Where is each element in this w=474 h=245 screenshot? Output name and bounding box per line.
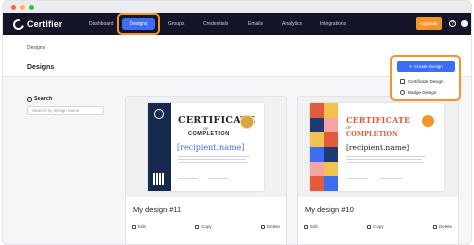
- pattern-tile: [310, 117, 324, 133]
- qr-code-icon: [153, 173, 165, 185]
- design-card[interactable]: CERTIFICATE OF COMPLETION [recipient.nam…: [297, 96, 459, 244]
- signature-line: [208, 178, 228, 179]
- upgrade-button[interactable]: Upgrade: [416, 17, 442, 30]
- pattern-tile: [324, 161, 338, 177]
- edit-label: Edit: [138, 224, 146, 229]
- breadcrumb[interactable]: Designs: [27, 45, 45, 51]
- maximize-dot-icon[interactable]: [29, 4, 34, 10]
- search-icon: [27, 96, 32, 102]
- create-design-label: Create Design: [413, 64, 443, 69]
- delete-label: Delete: [438, 224, 452, 229]
- copy-icon: [367, 224, 372, 229]
- certificate-subtitle: COMPLETION: [346, 130, 398, 138]
- minimize-dot-icon[interactable]: [20, 4, 25, 10]
- text-line: [346, 162, 424, 163]
- copy-icon: [195, 224, 200, 229]
- avatar[interactable]: [461, 20, 468, 27]
- text-line: [346, 156, 426, 157]
- nav-item-groups[interactable]: Groups: [168, 13, 184, 35]
- pattern-tile: [324, 103, 338, 118]
- certifier-logo-icon: [10, 16, 27, 32]
- design-name: My design #11: [133, 205, 182, 214]
- pattern-tile: [324, 117, 338, 133]
- page-title: Designs: [27, 64, 55, 71]
- top-navigation: Certifier Dashboard Designs Groups Crede…: [3, 13, 471, 35]
- text-line: [178, 162, 248, 163]
- trash-icon: [432, 224, 437, 229]
- nav-item-credentials[interactable]: Credentials: [203, 13, 228, 35]
- delete-label: Delete: [266, 224, 280, 229]
- edit-label: Edit: [310, 224, 318, 229]
- menu-item-certificate-design[interactable]: Certificate Design: [400, 79, 444, 84]
- search-title-label: Search: [34, 96, 53, 102]
- pattern-tile: [310, 176, 324, 191]
- certificate-sidebar: [148, 103, 171, 191]
- text-line: [178, 159, 246, 160]
- award-seal-icon: [422, 115, 434, 127]
- pattern-tile: [310, 161, 324, 177]
- menu-item-label: Badge Design: [408, 90, 437, 95]
- copy-label: Copy: [201, 224, 212, 229]
- signature-line: [380, 178, 402, 179]
- pattern-tile: [310, 103, 324, 118]
- create-design-dropdown: + Create Design Certificate Design Badge …: [390, 55, 461, 101]
- pencil-icon: [304, 224, 308, 229]
- create-design-button[interactable]: + Create Design: [397, 61, 455, 72]
- delete-button[interactable]: Delete: [432, 224, 452, 229]
- copy-button[interactable]: Copy: [195, 224, 212, 229]
- text-line: [178, 156, 250, 157]
- nav-item-integrations[interactable]: Integrations: [320, 13, 346, 35]
- menu-item-label: Certificate Design: [408, 79, 444, 84]
- copy-button[interactable]: Copy: [367, 224, 384, 229]
- certificate-preview: CERTIFICATE OF COMPLETION [recipient.nam…: [148, 103, 264, 191]
- edit-button[interactable]: Edit: [132, 224, 146, 229]
- nav-item-emails[interactable]: Emails: [248, 13, 263, 35]
- pattern-tile: [324, 132, 338, 147]
- design-preview[interactable]: CERTIFICATE OF COMPLETION [recipient.nam…: [126, 97, 286, 197]
- nav-item-designs[interactable]: Designs: [117, 13, 160, 35]
- edit-button[interactable]: Edit: [304, 224, 318, 229]
- design-name: My design #10: [305, 205, 354, 214]
- pencil-icon: [132, 224, 136, 229]
- badge-icon: [400, 90, 405, 95]
- help-icon[interactable]: ?: [449, 20, 456, 27]
- nav-item-analytics[interactable]: Analytics: [282, 13, 302, 35]
- brand-logo[interactable]: Certifier: [10, 16, 79, 32]
- nav-item-designs-label: Designs: [122, 18, 155, 30]
- close-dot-icon[interactable]: [11, 4, 16, 10]
- brand-name: Certifier: [27, 19, 63, 29]
- copy-label: Copy: [373, 224, 384, 229]
- browser-window: Certifier Dashboard Designs Groups Crede…: [2, 0, 472, 245]
- plus-icon: +: [409, 64, 412, 69]
- card-actions: Edit Copy Delete: [298, 224, 458, 229]
- certificate-preview: CERTIFICATE OF COMPLETION [recipient.nam…: [310, 103, 444, 191]
- signature-line: [178, 178, 198, 179]
- text-line: [346, 159, 422, 160]
- company-logo-icon: [154, 109, 164, 119]
- card-actions: Edit Copy Delete: [126, 224, 286, 229]
- signature-line: [346, 178, 368, 179]
- delete-button[interactable]: Delete: [260, 224, 280, 229]
- pattern-tile: [310, 147, 324, 162]
- nav-item-dashboard[interactable]: Dashboard: [89, 13, 113, 35]
- design-card[interactable]: CERTIFICATE OF COMPLETION [recipient.nam…: [125, 96, 287, 244]
- pattern-tile: [324, 176, 338, 191]
- design-preview[interactable]: CERTIFICATE OF COMPLETION [recipient.nam…: [298, 97, 458, 197]
- window-titlebar: [3, 1, 471, 13]
- recipient-placeholder: [recipient.name]: [177, 143, 245, 152]
- pattern-tile: [310, 132, 324, 147]
- search-heading: Search: [27, 96, 52, 102]
- award-seal-icon: [240, 115, 254, 129]
- certificate-subtitle: COMPLETION: [188, 131, 230, 137]
- search-input[interactable]: [27, 106, 104, 115]
- certificate-pattern: [310, 103, 338, 191]
- pattern-tile: [324, 147, 338, 162]
- trash-icon: [260, 224, 265, 229]
- certificate-title: CERTIFICATE: [346, 115, 411, 125]
- menu-item-badge-design[interactable]: Badge Design: [400, 90, 436, 95]
- certificate-icon: [400, 79, 405, 84]
- recipient-placeholder: [recipient.name]: [346, 143, 410, 152]
